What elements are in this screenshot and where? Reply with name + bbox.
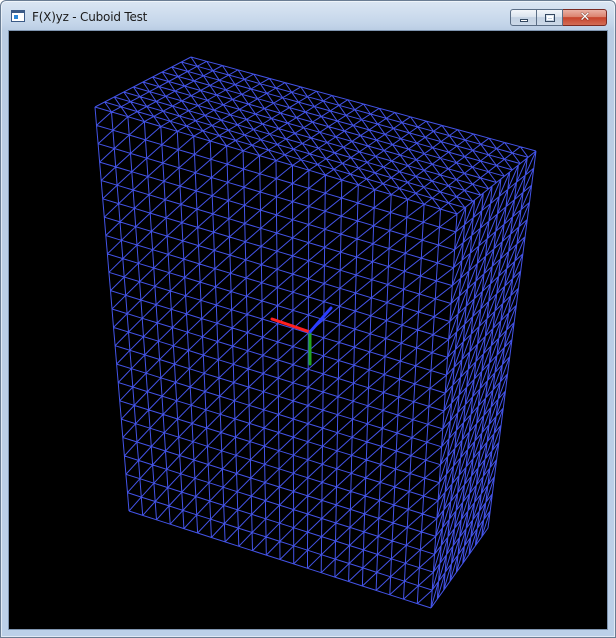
window-title: F(X)yz - Cuboid Test: [32, 10, 148, 24]
mesh-edges: [94, 56, 537, 609]
application-icon[interactable]: [11, 10, 25, 22]
scene-canvas[interactable]: [9, 31, 607, 629]
3d-viewport[interactable]: [8, 30, 608, 630]
close-icon: ✕: [579, 10, 591, 25]
app-window: F(X)yz - Cuboid Test ✕: [0, 0, 616, 638]
close-button[interactable]: ✕: [563, 9, 607, 26]
z-axis-line: [308, 306, 333, 334]
cuboid-wireframe-mesh: [94, 56, 537, 609]
title-bar[interactable]: F(X)yz - Cuboid Test ✕: [1, 1, 615, 31]
maximize-button[interactable]: [537, 9, 563, 26]
minimize-button[interactable]: [510, 9, 537, 26]
maximize-icon: [545, 14, 555, 22]
caption-buttons: ✕: [510, 9, 607, 27]
minimize-icon: [520, 19, 528, 22]
